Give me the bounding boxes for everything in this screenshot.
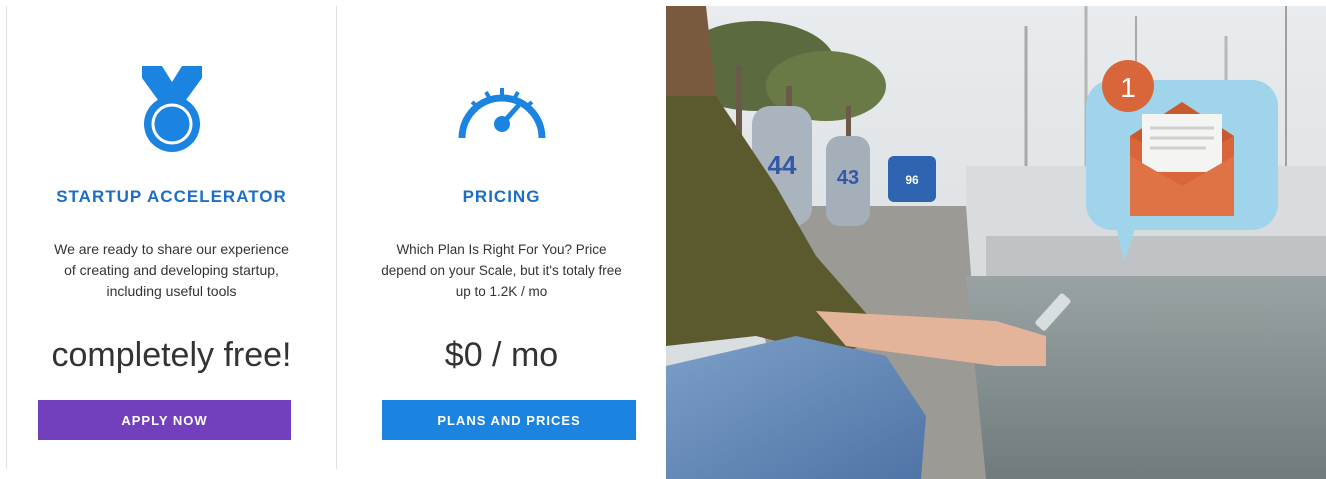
bollard-number: 43 (837, 167, 859, 189)
bollard-number: 44 (768, 150, 797, 180)
card-description: We are ready to share our experience of … (54, 241, 289, 299)
card-price: completely free! (51, 336, 292, 374)
card-price: $0 / mo (444, 336, 559, 374)
bollard-number: 96 (905, 173, 919, 187)
card-title: PRICING (462, 187, 541, 206)
card-title: STARTUP ACCELERATOR (56, 187, 287, 206)
speedometer-icon (337, 74, 666, 140)
feature-card-startup-accelerator: STARTUP ACCELERATOR We are ready to shar… (6, 6, 336, 469)
plans-and-prices-button[interactable]: PLANS AND PRICES (382, 400, 636, 440)
medal-icon (7, 62, 336, 154)
notification-count: 1 (1120, 72, 1136, 103)
card-description: Which Plan Is Right For You? Price depen… (381, 242, 622, 299)
hero-photo: 44 43 96 1 (666, 6, 1326, 479)
apply-now-button[interactable]: APPLY NOW (38, 400, 291, 440)
features-section: STARTUP ACCELERATOR We are ready to shar… (6, 6, 1326, 479)
feature-card-pricing: PRICING Which Plan Is Right For You? Pri… (336, 6, 666, 469)
